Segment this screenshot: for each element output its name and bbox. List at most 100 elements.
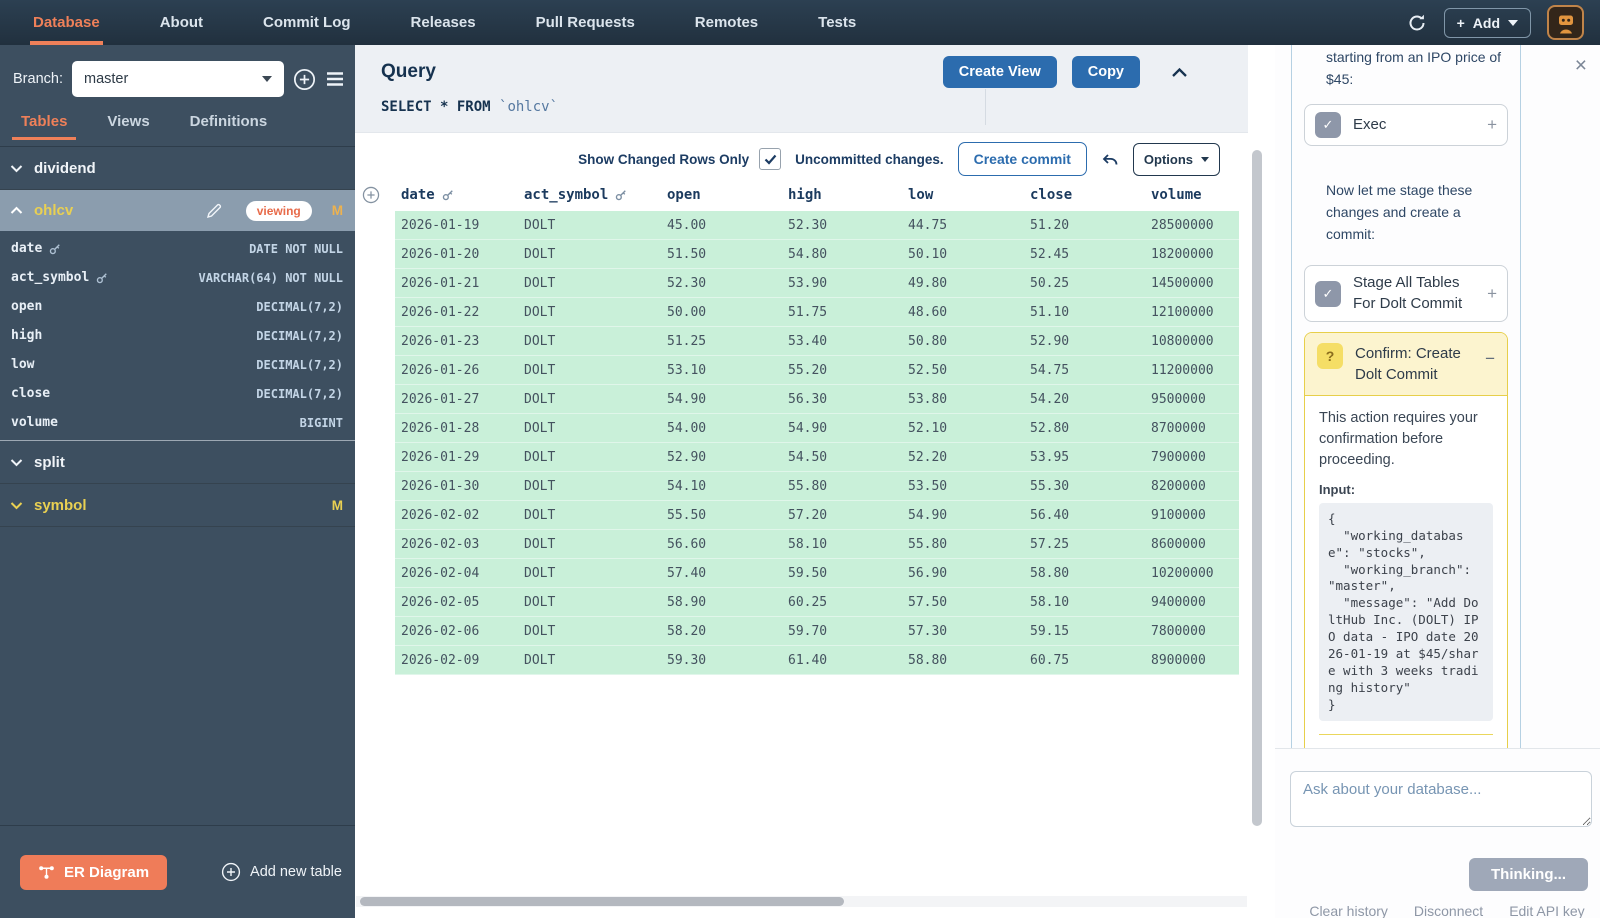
table-cell[interactable]: 2026-02-03 [401,537,524,552]
table-row[interactable]: 2026-02-05DOLT58.9060.2557.5058.10940000… [395,588,1239,617]
table-cell[interactable]: 9100000 [1151,508,1239,523]
copy-button[interactable]: Copy [1072,56,1140,88]
table-cell[interactable]: DOLT [524,653,667,668]
stage-tables-tool-card[interactable]: ✓ Stage All Tables For Dolt Commit + [1304,265,1508,322]
table-cell[interactable]: 2026-01-30 [401,479,524,494]
table-row[interactable]: 2026-01-26DOLT53.1055.2052.5054.75112000… [395,356,1239,385]
vertical-scrollbar[interactable] [1252,145,1262,890]
exec-tool-card[interactable]: ✓ Exec + [1304,104,1508,146]
table-cell[interactable]: 8200000 [1151,479,1239,494]
table-cell[interactable]: 9400000 [1151,595,1239,610]
table-cell[interactable]: 54.75 [1030,363,1151,378]
table-cell[interactable]: 50.80 [908,334,1030,349]
table-cell[interactable]: 52.30 [667,276,788,291]
table-cell[interactable]: 59.15 [1030,624,1151,639]
table-cell[interactable]: 2026-01-28 [401,421,524,436]
table-cell[interactable]: 55.80 [788,479,908,494]
table-cell[interactable]: 12100000 [1151,305,1239,320]
column-header-close[interactable]: close [1030,187,1151,203]
table-cell[interactable]: 44.75 [908,218,1030,233]
table-cell[interactable]: 55.50 [667,508,788,523]
table-cell[interactable]: 58.80 [908,653,1030,668]
table-row[interactable]: 2026-01-29DOLT52.9054.5052.2053.95790000… [395,443,1239,472]
table-cell[interactable]: 56.90 [908,566,1030,581]
table-cell[interactable]: 51.50 [667,247,788,262]
table-cell[interactable]: 48.60 [908,305,1030,320]
table-cell[interactable]: 2026-02-04 [401,566,524,581]
table-cell[interactable]: 8600000 [1151,537,1239,552]
options-button[interactable]: Options [1133,143,1220,176]
table-cell[interactable]: 59.30 [667,653,788,668]
table-row[interactable]: 2026-01-27DOLT54.9056.3053.8054.20950000… [395,385,1239,414]
table-cell[interactable]: 53.90 [788,276,908,291]
table-cell[interactable]: 50.00 [667,305,788,320]
table-cell[interactable]: 53.80 [908,392,1030,407]
table-cell[interactable]: DOLT [524,421,667,436]
table-cell[interactable]: 52.90 [667,450,788,465]
table-cell[interactable]: 52.45 [1030,247,1151,262]
nav-item-releases[interactable]: Releases [411,0,476,45]
nav-item-about[interactable]: About [160,0,203,45]
expand-icon[interactable]: + [1487,115,1497,135]
table-cell[interactable]: 7800000 [1151,624,1239,639]
table-row[interactable]: 2026-02-09DOLT59.3061.4058.8060.75890000… [395,646,1239,675]
table-cell[interactable]: 60.25 [788,595,908,610]
nav-item-pull-requests[interactable]: Pull Requests [536,0,635,45]
table-cell[interactable]: 56.40 [1030,508,1151,523]
table-row[interactable]: 2026-02-03DOLT56.6058.1055.8057.25860000… [395,530,1239,559]
table-cell[interactable]: 56.60 [667,537,788,552]
nav-item-tests[interactable]: Tests [818,0,856,45]
table-cell[interactable]: 54.90 [908,508,1030,523]
table-cell[interactable]: 2026-01-29 [401,450,524,465]
table-cell[interactable]: 57.30 [908,624,1030,639]
column-header-act-symbol[interactable]: act_symbol [524,187,667,203]
tab-definitions[interactable]: Definitions [190,113,268,140]
table-cell[interactable]: 10800000 [1151,334,1239,349]
table-cell[interactable]: 53.50 [908,479,1030,494]
column-header-high[interactable]: high [788,187,908,203]
assistant-avatar-button[interactable] [1547,5,1584,40]
nav-item-database[interactable]: Database [33,0,100,45]
table-cell[interactable]: 59.50 [788,566,908,581]
table-cell[interactable]: 51.10 [1030,305,1151,320]
tab-tables[interactable]: Tables [21,113,67,140]
table-cell[interactable]: DOLT [524,276,667,291]
create-view-button[interactable]: Create View [943,56,1057,88]
table-cell[interactable]: DOLT [524,508,667,523]
table-cell[interactable]: 8900000 [1151,653,1239,668]
table-row[interactable]: 2026-01-30DOLT54.1055.8053.5055.30820000… [395,472,1239,501]
table-row[interactable]: 2026-01-20DOLT51.5054.8050.1052.45182000… [395,240,1239,269]
table-cell[interactable]: 53.10 [667,363,788,378]
table-cell[interactable]: 52.90 [1030,334,1151,349]
table-cell[interactable]: 51.25 [667,334,788,349]
table-cell[interactable]: 2026-01-27 [401,392,524,407]
table-cell[interactable]: 55.30 [1030,479,1151,494]
nav-item-remotes[interactable]: Remotes [695,0,758,45]
table-cell[interactable]: 52.50 [908,363,1030,378]
table-cell[interactable]: DOLT [524,363,667,378]
collapse-query-icon[interactable] [1171,67,1188,78]
table-cell[interactable]: 58.90 [667,595,788,610]
table-cell[interactable]: 7900000 [1151,450,1239,465]
edit-table-icon[interactable] [206,203,222,219]
table-cell[interactable]: 49.80 [908,276,1030,291]
column-header-open[interactable]: open [667,187,788,203]
table-cell[interactable]: 18200000 [1151,247,1239,262]
table-cell[interactable]: 2026-01-21 [401,276,524,291]
refresh-icon[interactable] [1406,12,1428,34]
clear-history-link[interactable]: Clear history [1309,903,1388,918]
table-cell[interactable]: 50.10 [908,247,1030,262]
horizontal-scrollbar[interactable] [356,896,1247,907]
column-header-low[interactable]: low [908,187,1030,203]
add-row-icon[interactable] [362,186,380,204]
add-new-table-button[interactable]: Add new table [221,862,342,882]
table-cell[interactable]: 58.80 [1030,566,1151,581]
table-cell[interactable]: 2026-02-02 [401,508,524,523]
table-cell[interactable]: 2026-01-20 [401,247,524,262]
table-row[interactable]: 2026-01-23DOLT51.2553.4050.8052.90108000… [395,327,1239,356]
table-row[interactable]: 2026-01-28DOLT54.0054.9052.1052.80870000… [395,414,1239,443]
table-cell[interactable]: 9500000 [1151,392,1239,407]
table-cell[interactable]: 52.10 [908,421,1030,436]
table-cell[interactable]: 54.00 [667,421,788,436]
table-cell[interactable]: 28500000 [1151,218,1239,233]
